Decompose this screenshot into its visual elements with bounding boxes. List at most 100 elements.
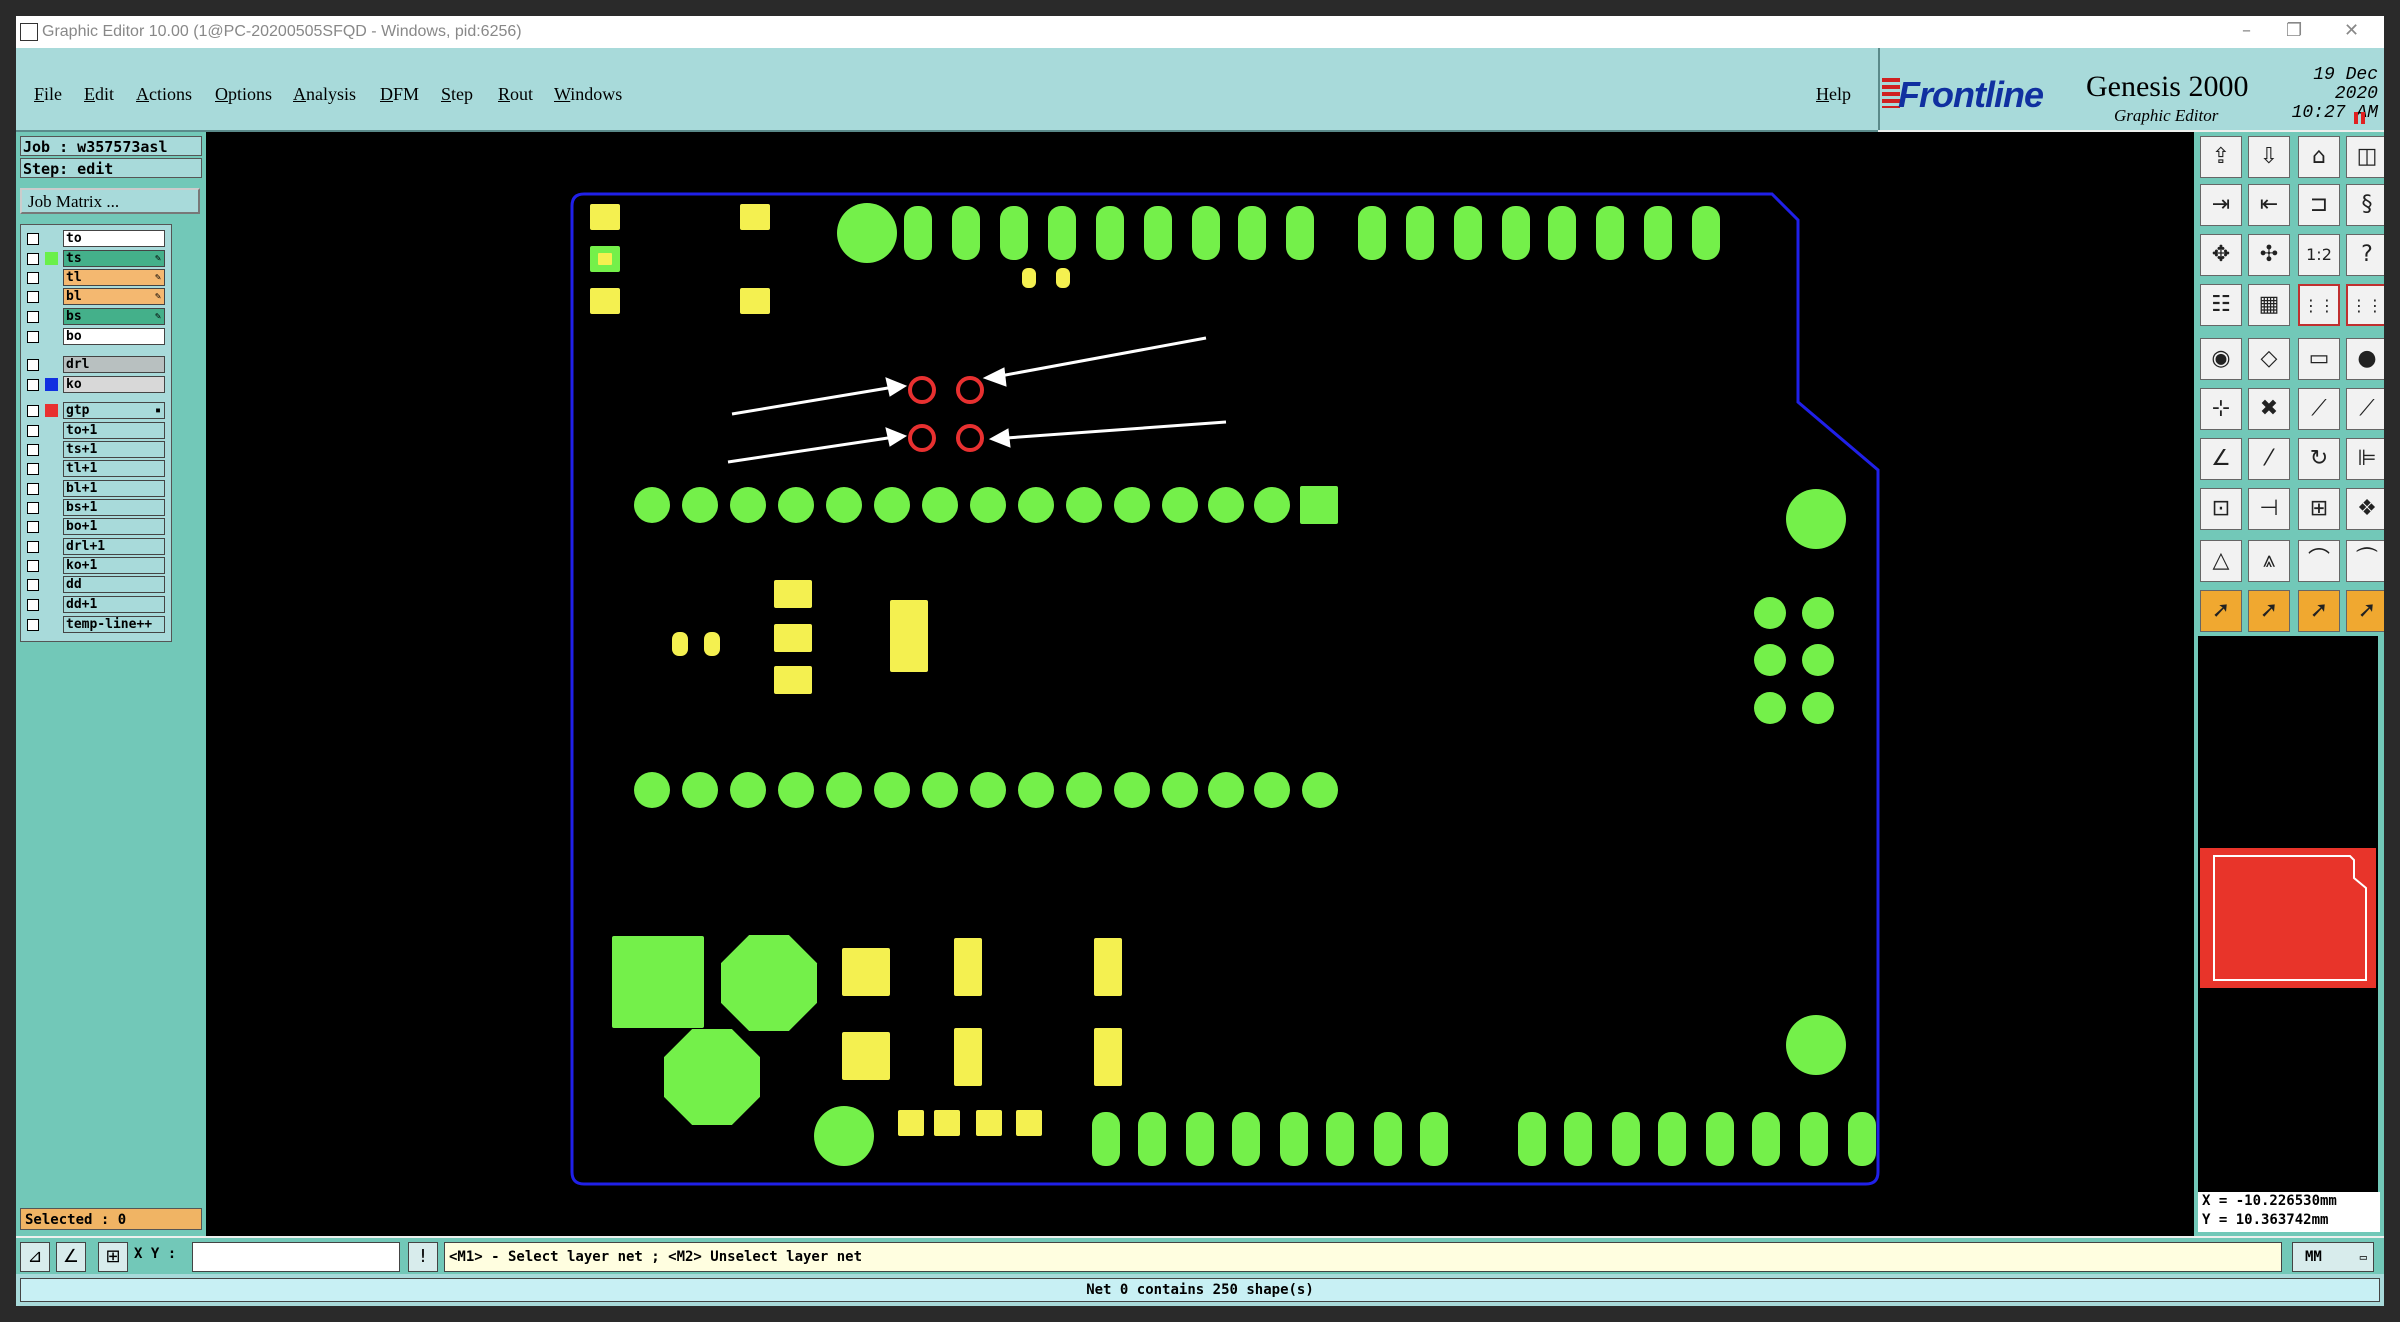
mirror-tool-icon[interactable]: ⊫ (2346, 438, 2384, 480)
arc-node-tool-icon[interactable]: ⟋ (2346, 388, 2384, 430)
select-box-tool-icon[interactable]: ➚ (2298, 590, 2340, 632)
split-tool-icon[interactable]: ⊣ (2248, 488, 2290, 530)
layer-row-temp-lineplusplus[interactable]: temp-line++ (21, 615, 171, 634)
layer-checkbox[interactable] (27, 619, 39, 631)
zoom-fit-tool-icon[interactable]: ✥ (2200, 234, 2242, 276)
angle-mode-icon[interactable]: ∠ (56, 1242, 86, 1272)
menu-windows[interactable]: Windows (554, 84, 622, 105)
slash-tool-icon[interactable]: ⁄ (2248, 438, 2290, 480)
move-tool-icon[interactable]: ⊡ (2200, 488, 2242, 530)
menu-actions[interactable]: Actions (136, 84, 192, 105)
board-overview-thumbnail[interactable] (2200, 848, 2376, 988)
select-net-tool-icon[interactable]: ➚ (2346, 590, 2384, 632)
layer-checkbox[interactable] (27, 521, 39, 533)
layer-row-tlplus1[interactable]: tl+1 (21, 459, 171, 478)
layer-checkbox[interactable] (27, 253, 39, 265)
layer-name[interactable]: tl+1 (63, 460, 165, 477)
layer-name[interactable]: bs ✎ (63, 308, 165, 325)
grid-tool-icon[interactable]: ▦ (2248, 284, 2290, 326)
select-tool-icon[interactable]: ➚ (2200, 590, 2242, 632)
step-out-tool-icon[interactable]: ⇤ (2248, 184, 2290, 226)
layer-row-dd[interactable]: dd (21, 575, 171, 594)
home-tool-icon[interactable]: ⌂ (2298, 136, 2340, 178)
layer-name[interactable]: bo+1 (63, 518, 165, 535)
layer-row-tl[interactable]: tl ✎ (21, 268, 171, 287)
layer-row-tsplus1[interactable]: ts+1 (21, 440, 171, 459)
filter-tool-icon[interactable]: ☷ (2200, 284, 2242, 326)
layer-row-bsplus1[interactable]: bs+1 (21, 498, 171, 517)
layer-row-drl[interactable]: drl (21, 355, 171, 374)
line-node-tool-icon[interactable]: ⟋ (2298, 388, 2340, 430)
help-tool-icon[interactable]: ? (2346, 234, 2384, 276)
menu-edit[interactable]: Edit (84, 84, 114, 105)
copy-tool-icon[interactable]: ⊞ (2298, 488, 2340, 530)
bridge-tool-icon[interactable]: ⏜ (2346, 540, 2384, 582)
layer-checkbox[interactable] (27, 291, 39, 303)
array-tool-icon[interactable]: ❖ (2346, 488, 2384, 530)
snap-tool-icon[interactable]: ⊐ (2298, 184, 2340, 226)
layer-name[interactable]: drl+1 (63, 538, 165, 555)
menu-file[interactable]: File (34, 84, 62, 105)
arch-tool-icon[interactable]: ⌒ (2298, 540, 2340, 582)
measure-tool-icon[interactable]: ▭ (2298, 338, 2340, 380)
snap-mode-icon[interactable]: ⊿ (20, 1242, 50, 1272)
layer-row-toplus1[interactable]: to+1 (21, 421, 171, 440)
menu-dfm[interactable]: DFM (380, 84, 419, 105)
layer-row-to[interactable]: to (21, 229, 171, 248)
layer-row-koplus1[interactable]: ko+1 (21, 556, 171, 575)
layer-name[interactable]: gtp ▪ (63, 402, 165, 419)
scale-tool-icon[interactable]: 1:2 (2298, 234, 2340, 276)
zoom-home-tool-icon[interactable]: ✣ (2248, 234, 2290, 276)
triangle-tool-icon[interactable]: △ (2200, 540, 2242, 582)
surface-tool-icon[interactable]: ◇ (2248, 338, 2290, 380)
layer-row-boplus1[interactable]: bo+1 (21, 517, 171, 536)
delete-node-tool-icon[interactable]: ✖ (2248, 388, 2290, 430)
graphics-canvas[interactable] (206, 132, 2194, 1236)
layer-name[interactable]: temp-line++ (63, 616, 165, 633)
layer-name[interactable]: bs+1 (63, 499, 165, 516)
layer-checkbox[interactable] (27, 444, 39, 456)
layer-row-bl[interactable]: bl ✎ (21, 287, 171, 306)
pad-tool-icon[interactable]: ◉ (2200, 338, 2242, 380)
layer-checkbox[interactable] (27, 483, 39, 495)
layer-name[interactable]: ko (63, 376, 165, 393)
layer-row-ddplus1[interactable]: dd+1 (21, 595, 171, 614)
menu-analysis[interactable]: Analysis (293, 84, 356, 105)
layer-checkbox[interactable] (27, 359, 39, 371)
units-select[interactable]: MM ▭ (2292, 1242, 2374, 1272)
net-select-tool-icon[interactable]: ⋮⋮ (2346, 284, 2384, 326)
layer-name[interactable]: dd (63, 576, 165, 593)
layer-checkbox[interactable] (27, 233, 39, 245)
menu-help[interactable]: Help (1816, 84, 1851, 105)
layer-name[interactable]: to+1 (63, 422, 165, 439)
layer-name[interactable]: ts ✎ (63, 250, 165, 267)
layer-name[interactable]: bl ✎ (63, 288, 165, 305)
layer-name[interactable]: bl+1 (63, 480, 165, 497)
net-tool-icon[interactable]: ⋮⋮ (2298, 284, 2340, 326)
layer-row-blplus1[interactable]: bl+1 (21, 479, 171, 498)
select-add-tool-icon[interactable]: ➚ (2248, 590, 2290, 632)
layer-checkbox[interactable] (27, 405, 39, 417)
layer-checkbox[interactable] (27, 541, 39, 553)
rotate-tool-icon[interactable]: ↻ (2298, 438, 2340, 480)
layer-checkbox[interactable] (27, 560, 39, 572)
layer-checkbox[interactable] (27, 579, 39, 591)
layer-checkbox[interactable] (27, 599, 39, 611)
xy-input[interactable] (192, 1242, 400, 1272)
open-job-tool-icon[interactable]: ⇪ (2200, 136, 2242, 178)
grid-mode-icon[interactable]: ⊞ (98, 1242, 128, 1272)
minimize-button[interactable]: – (2242, 20, 2251, 41)
restore-button[interactable]: ❐ (2286, 20, 2302, 41)
layer-checkbox[interactable] (27, 502, 39, 514)
layer-checkbox[interactable] (27, 379, 39, 391)
close-button[interactable]: ✕ (2344, 20, 2359, 41)
menu-step[interactable]: Step (441, 84, 473, 105)
angle-tool-icon[interactable]: ∠ (2200, 438, 2242, 480)
save-tool-icon[interactable]: ⇩ (2248, 136, 2290, 178)
pcb-view[interactable] (206, 132, 2194, 1236)
layer-name[interactable]: to (63, 230, 165, 247)
layer-checkbox[interactable] (27, 272, 39, 284)
peak-tool-icon[interactable]: ⩓ (2248, 540, 2290, 582)
layer-row-bo[interactable]: bo (21, 327, 171, 346)
layer-row-bs[interactable]: bs ✎ (21, 307, 171, 326)
